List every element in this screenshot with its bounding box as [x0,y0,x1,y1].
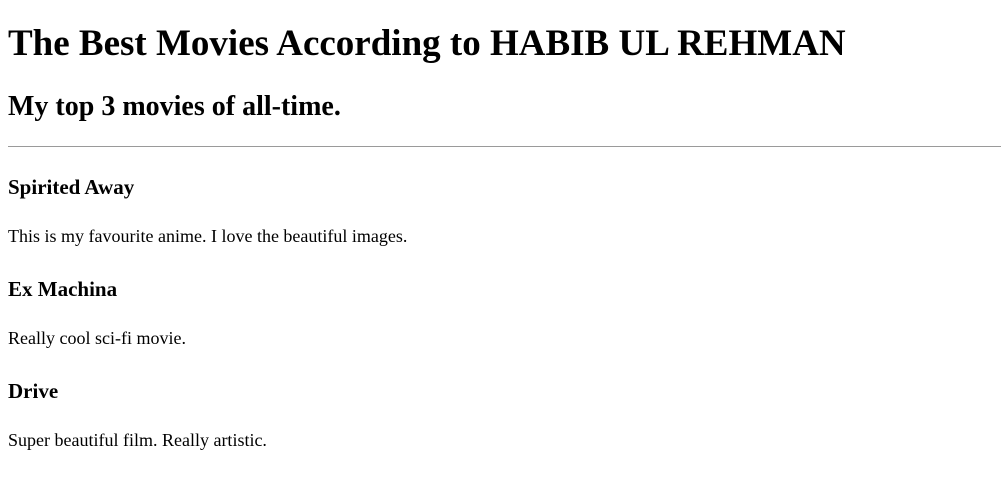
movie-description: Really cool sci-fi movie. [8,328,186,348]
movie-title: Spirited Away [8,175,135,199]
movie-title: Drive [8,379,59,403]
movie-description: This is my favourite anime. I love the b… [8,226,408,246]
page-title: The Best Movies According to HABIB UL RE… [8,23,846,64]
divider [8,146,1001,147]
movie-title: Ex Machina [8,277,118,301]
movie-list: Spirited Away This is my favourite anime… [8,172,993,454]
page-subtitle: My top 3 movies of all-time. [8,91,341,122]
movie-description: Super beautiful film. Really artistic. [8,430,267,450]
